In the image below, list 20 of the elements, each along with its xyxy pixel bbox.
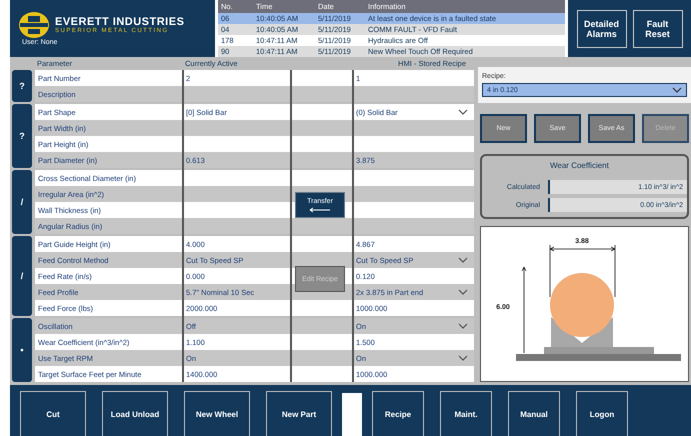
group-tab[interactable]: ?	[12, 104, 32, 168]
group-tab[interactable]: /	[12, 170, 32, 234]
nav-button[interactable]: Load Unload	[102, 391, 168, 436]
group-tab[interactable]: /	[12, 236, 32, 316]
nav-button[interactable]: New Wheel	[184, 391, 250, 436]
nav-button[interactable]: Logon	[576, 391, 628, 436]
nav-button[interactable]: Cut	[20, 391, 86, 436]
width-dimension-arrow	[550, 244, 616, 298]
group-tab[interactable]: ?	[12, 70, 32, 102]
toolbar-gap	[342, 393, 362, 436]
nav-button[interactable]: Maint.	[440, 391, 492, 436]
nav-button[interactable]: New Part	[266, 391, 332, 436]
group-tab[interactable]: •	[12, 318, 32, 382]
left-arrow-icon	[309, 206, 331, 212]
nav-button[interactable]: Recipe	[372, 391, 424, 436]
nav-button[interactable]: Manual	[508, 391, 560, 436]
company-name: EVERETT INDUSTRIES	[55, 16, 184, 28]
header-button[interactable]: Detailed Alarms	[576, 10, 626, 48]
header-button[interactable]: Fault Reset	[632, 10, 682, 48]
wear-title: Wear Coefficient	[550, 161, 610, 170]
